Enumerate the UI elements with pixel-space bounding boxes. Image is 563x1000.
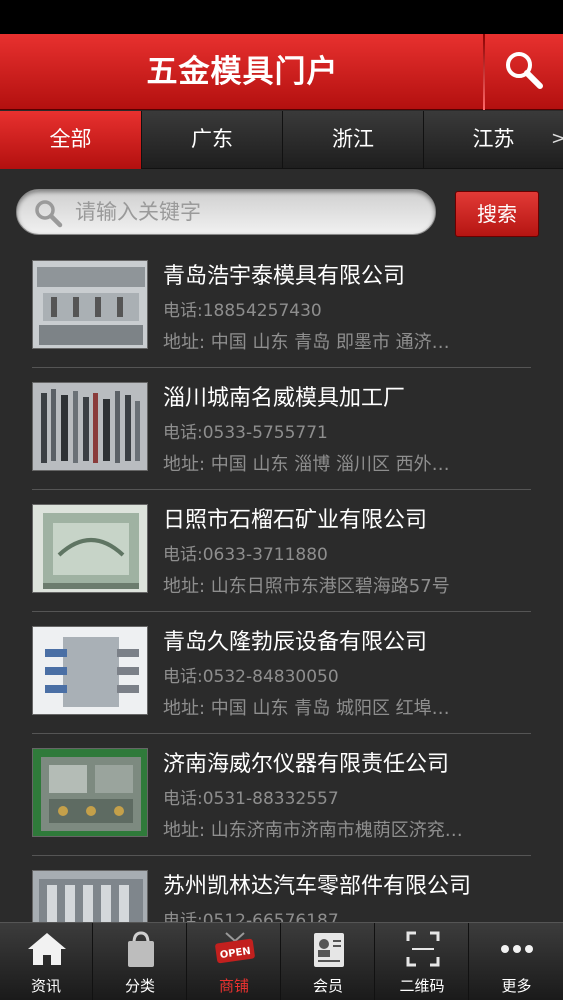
company-address: 地址: 中国 山东 青岛 即墨市 通济… (163, 332, 450, 353)
company-list: 青岛浩宇泰模具有限公司 电话:18854257430 地址: 中国 山东 青岛 … (0, 246, 563, 922)
search-bar: 搜索 (0, 170, 563, 246)
nav-label: 会员 (312, 977, 343, 995)
company-address: 地址: 中国 山东 青岛 城阳区 红埠… (163, 698, 450, 719)
company-name: 淄川城南名威模具加工厂 (163, 386, 406, 411)
company-phone: 电话:0531-88332557 (163, 789, 339, 809)
tab-all[interactable]: 全部 (0, 111, 142, 169)
region-tabs: < 全部 广东 浙江 江苏 > (0, 111, 563, 169)
list-item[interactable]: 济南海威尔仪器有限责任公司 电话:0531-88332557 地址: 山东济南市… (0, 734, 563, 856)
company-thumbnail (32, 870, 148, 922)
search-icon (506, 52, 543, 89)
nav-item-category[interactable]: 分类 (94, 923, 187, 1000)
company-address: 地址: 中国 山东 淄博 淄川区 西外… (163, 454, 450, 475)
nav-item-more[interactable]: 更多 (470, 923, 563, 1000)
tab-jiangsu[interactable]: 江苏 (424, 111, 563, 169)
bottom-nav: 资讯 分类 OPEN 商铺 会员 二维码 更多 (0, 922, 563, 1000)
search-button[interactable]: 搜索 (455, 191, 539, 237)
list-item[interactable]: 苏州凯林达汽车零部件有限公司 电话:0512-66576187 (0, 856, 563, 922)
company-name: 苏州凯林达汽车零部件有限公司 (163, 874, 472, 899)
company-thumbnail (32, 260, 148, 349)
company-name: 青岛久隆勃辰设备有限公司 (163, 630, 428, 655)
qr-scan-icon (406, 931, 440, 967)
member-card-icon (314, 933, 344, 967)
list-item[interactable]: 青岛浩宇泰模具有限公司 电话:18854257430 地址: 中国 山东 青岛 … (0, 246, 563, 368)
list-item[interactable]: 淄川城南名威模具加工厂 电话:0533-5755771 地址: 中国 山东 淄博… (0, 368, 563, 490)
company-name: 日照市石榴石矿业有限公司 (163, 508, 428, 533)
company-phone: 电话:0633-3711880 (163, 545, 328, 565)
status-bar (0, 0, 563, 34)
company-phone: 电话:0532-84830050 (163, 667, 339, 687)
company-thumbnail (32, 626, 148, 715)
nav-label: 更多 (501, 977, 532, 995)
shopping-bag-icon (128, 931, 154, 967)
company-thumbnail (32, 748, 148, 837)
company-name: 青岛浩宇泰模具有限公司 (163, 264, 406, 289)
magnifier-icon (35, 200, 63, 228)
open-sign-icon: OPEN (215, 932, 255, 964)
more-dots-icon (501, 945, 533, 953)
header-search-button[interactable] (485, 34, 563, 110)
nav-label: 二维码 (399, 977, 445, 995)
company-name: 济南海威尔仪器有限责任公司 (163, 752, 450, 777)
company-phone: 电话:0533-5755771 (163, 423, 328, 443)
tabs-next-arrow[interactable]: > (551, 111, 563, 169)
nav-item-shops[interactable]: OPEN 商铺 (188, 923, 281, 1000)
nav-label: 商铺 (218, 977, 249, 995)
nav-item-news[interactable]: 资讯 (0, 923, 93, 1000)
company-thumbnail (32, 504, 148, 593)
company-phone: 电话:18854257430 (163, 301, 322, 321)
page-title: 五金模具门户 (146, 54, 339, 90)
search-input[interactable] (75, 190, 425, 234)
home-icon (28, 933, 66, 965)
nav-label: 资讯 (30, 977, 61, 995)
nav-item-qrcode[interactable]: 二维码 (376, 923, 469, 1000)
list-item[interactable]: 日照市石榴石矿业有限公司 电话:0633-3711880 地址: 山东日照市东港… (0, 490, 563, 612)
tab-zhejiang[interactable]: 浙江 (283, 111, 424, 169)
nav-item-member[interactable]: 会员 (282, 923, 375, 1000)
company-address: 地址: 山东济南市济南市槐荫区济兖… (163, 820, 463, 841)
list-item[interactable]: 青岛久隆勃辰设备有限公司 电话:0532-84830050 地址: 中国 山东 … (0, 612, 563, 734)
company-address: 地址: 山东日照市东港区碧海路57号 (163, 576, 450, 597)
tab-guangdong[interactable]: 广东 (142, 111, 283, 169)
company-phone: 电话:0512-66576187 (163, 911, 339, 922)
app-header: 五金模具门户 (0, 34, 563, 110)
search-field[interactable] (16, 189, 436, 235)
company-thumbnail (32, 382, 148, 471)
nav-label: 分类 (124, 977, 155, 995)
